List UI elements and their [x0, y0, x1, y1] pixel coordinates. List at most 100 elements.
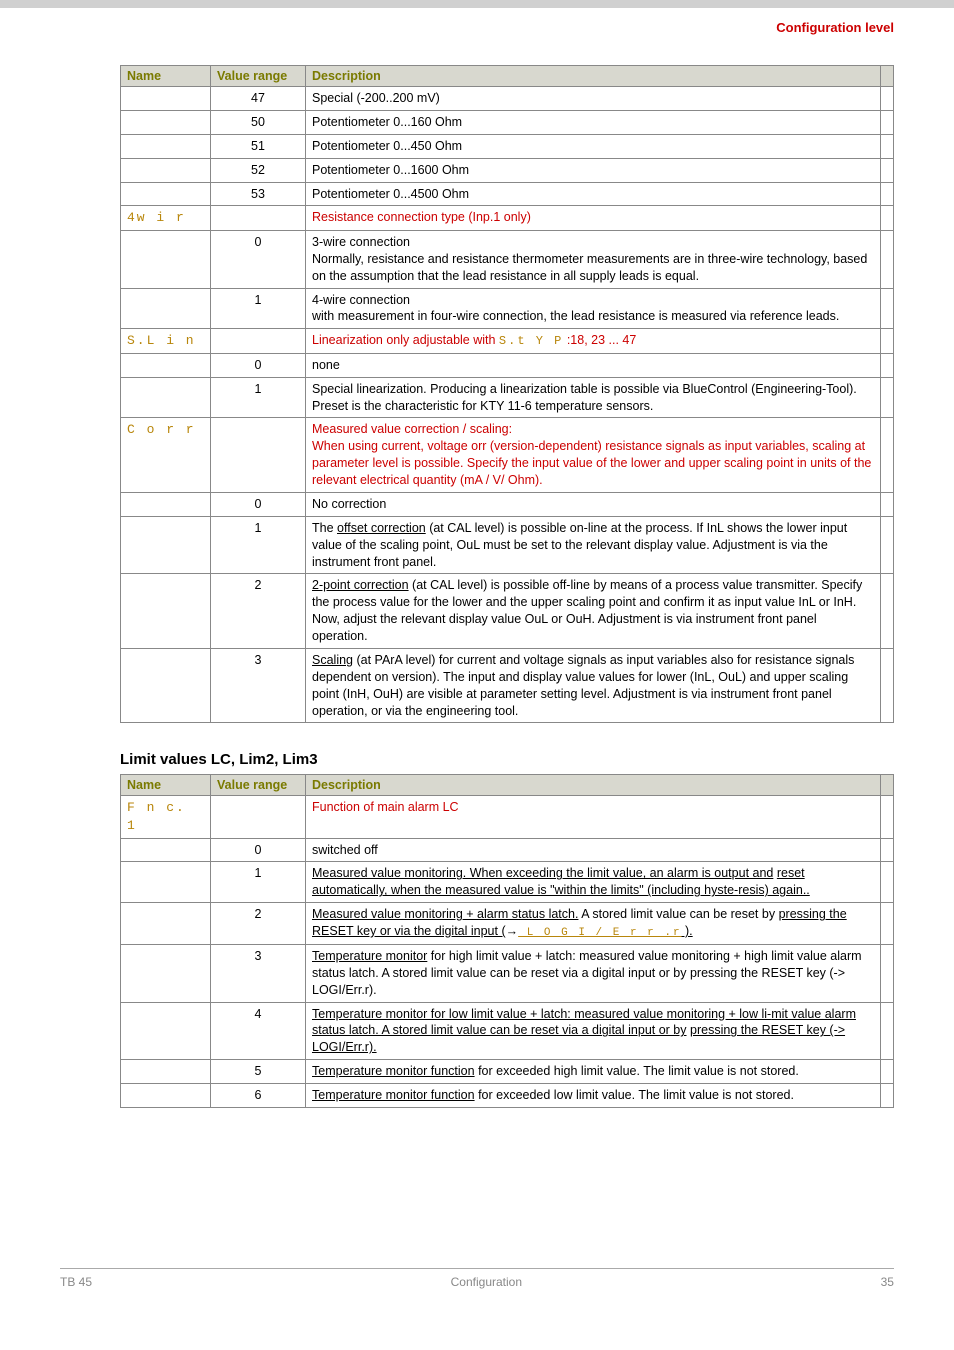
cell-spacer	[881, 1002, 894, 1060]
cell-name	[121, 353, 211, 377]
cell-desc: none	[306, 353, 881, 377]
cell-name: S.L i n	[121, 329, 211, 354]
cell-val: 4	[211, 1002, 306, 1060]
table-row-group: 4w i r Resistance connection type (Inp.1 …	[121, 206, 894, 231]
col-name: Name	[121, 775, 211, 796]
cell-spacer	[881, 516, 894, 574]
cell-val	[211, 418, 306, 493]
cell-spacer	[881, 944, 894, 1002]
cell-val: 1	[211, 862, 306, 903]
cell-name	[121, 838, 211, 862]
cell-val: 53	[211, 182, 306, 206]
cell-val: 1	[211, 377, 306, 418]
seg-label: L O G I / E r r .r	[518, 927, 681, 939]
cell-val: 2	[211, 903, 306, 945]
cell-name	[121, 110, 211, 134]
table-row: 52Potentiometer 0...1600 Ohm	[121, 158, 894, 182]
table-row: 03-wire connection Normally, resistance …	[121, 230, 894, 288]
table-row: 53Potentiometer 0...4500 Ohm	[121, 182, 894, 206]
cell-desc: Scaling (at PArA level) for current and …	[306, 648, 881, 723]
cell-name: C o r r	[121, 418, 211, 493]
seg-label: S.t Y P	[499, 334, 563, 348]
cell-spacer	[881, 206, 894, 231]
cell-name: 4w i r	[121, 206, 211, 231]
page-footer: TB 45 Configuration 35	[60, 1268, 894, 1289]
cell-name	[121, 648, 211, 723]
cell-val: 2	[211, 574, 306, 649]
text-underline: 2-point correction	[312, 578, 409, 592]
cell-desc: Measured value monitoring + alarm status…	[306, 903, 881, 945]
cell-desc: Function of main alarm LC	[306, 796, 881, 838]
cell-desc: Potentiometer 0...4500 Ohm	[306, 182, 881, 206]
cell-spacer	[881, 796, 894, 838]
col-name: Name	[121, 66, 211, 87]
main-content: Name Value range Description 47Special (…	[0, 65, 954, 1108]
cell-val: 1	[211, 516, 306, 574]
text-underline: ).	[682, 924, 693, 938]
cell-desc: Resistance connection type (Inp.1 only)	[306, 206, 881, 231]
table-row: 0No correction	[121, 492, 894, 516]
cell-val: 50	[211, 110, 306, 134]
col-range: Value range	[211, 775, 306, 796]
cell-name	[121, 574, 211, 649]
seg-label: F n c. 1	[127, 800, 186, 833]
arrow-icon: →	[506, 924, 519, 938]
cell-desc: The offset correction (at CAL level) is …	[306, 516, 881, 574]
top-bar	[0, 0, 954, 8]
cell-val	[211, 206, 306, 231]
footer-left: TB 45	[60, 1275, 92, 1289]
cell-spacer	[881, 87, 894, 111]
cell-desc: Potentiometer 0...160 Ohm	[306, 110, 881, 134]
cell-spacer	[881, 377, 894, 418]
cell-name	[121, 87, 211, 111]
cell-spacer	[881, 329, 894, 354]
cell-spacer	[881, 903, 894, 945]
cell-spacer	[881, 1060, 894, 1084]
table-row-group: F n c. 1 Function of main alarm LC	[121, 796, 894, 838]
cell-name	[121, 230, 211, 288]
cell-spacer	[881, 1084, 894, 1108]
cell-spacer	[881, 158, 894, 182]
cell-val: 3	[211, 648, 306, 723]
table-row: 0switched off	[121, 838, 894, 862]
cell-desc: Measured value monitoring. When exceedin…	[306, 862, 881, 903]
cell-spacer	[881, 110, 894, 134]
cell-spacer	[881, 838, 894, 862]
table-row: 50Potentiometer 0...160 Ohm	[121, 110, 894, 134]
table-row: 3Scaling (at PArA level) for current and…	[121, 648, 894, 723]
cell-desc: Temperature monitor function for exceede…	[306, 1084, 881, 1108]
cell-val: 0	[211, 353, 306, 377]
table-row: 1Special linearization. Producing a line…	[121, 377, 894, 418]
table-row-group: C o r r Measured value correction / scali…	[121, 418, 894, 493]
text: :18, 23 ... 47	[563, 333, 636, 347]
footer-center: Configuration	[451, 1275, 522, 1289]
text: for exceeded high limit value. The limit…	[475, 1064, 799, 1078]
table-row: 3Temperature monitor for high limit valu…	[121, 944, 894, 1002]
cell-spacer	[881, 418, 894, 493]
text-underline: Temperature monitor for low limit value …	[312, 1007, 771, 1021]
text: for exceeded low limit value. The limit …	[475, 1088, 794, 1102]
text: Linearization only adjustable with	[312, 333, 499, 347]
cell-spacer	[881, 182, 894, 206]
text-underline: Measured value monitoring + alarm status…	[312, 907, 578, 921]
table-row: 0none	[121, 353, 894, 377]
cell-val: 1	[211, 288, 306, 329]
table-row: 1Measured value monitoring. When exceedi…	[121, 862, 894, 903]
cell-name	[121, 1084, 211, 1108]
cell-desc: Measured value correction / scaling: Whe…	[306, 418, 881, 493]
cell-val: 52	[211, 158, 306, 182]
text-underline: Scaling	[312, 653, 353, 667]
table-row: 5Temperature monitor function for exceed…	[121, 1060, 894, 1084]
cell-spacer	[881, 288, 894, 329]
cell-val: 6	[211, 1084, 306, 1108]
cell-desc: Special linearization. Producing a linea…	[306, 377, 881, 418]
text-underline: resis) again..	[738, 883, 810, 897]
table-row: 47Special (-200..200 mV)	[121, 87, 894, 111]
cell-val: 0	[211, 230, 306, 288]
col-spacer	[881, 66, 894, 87]
table-row: 2 Measured value monitoring + alarm statu…	[121, 903, 894, 945]
cell-val: 51	[211, 134, 306, 158]
col-spacer	[881, 775, 894, 796]
text-underline: offset correction	[337, 521, 426, 535]
cell-val: 47	[211, 87, 306, 111]
